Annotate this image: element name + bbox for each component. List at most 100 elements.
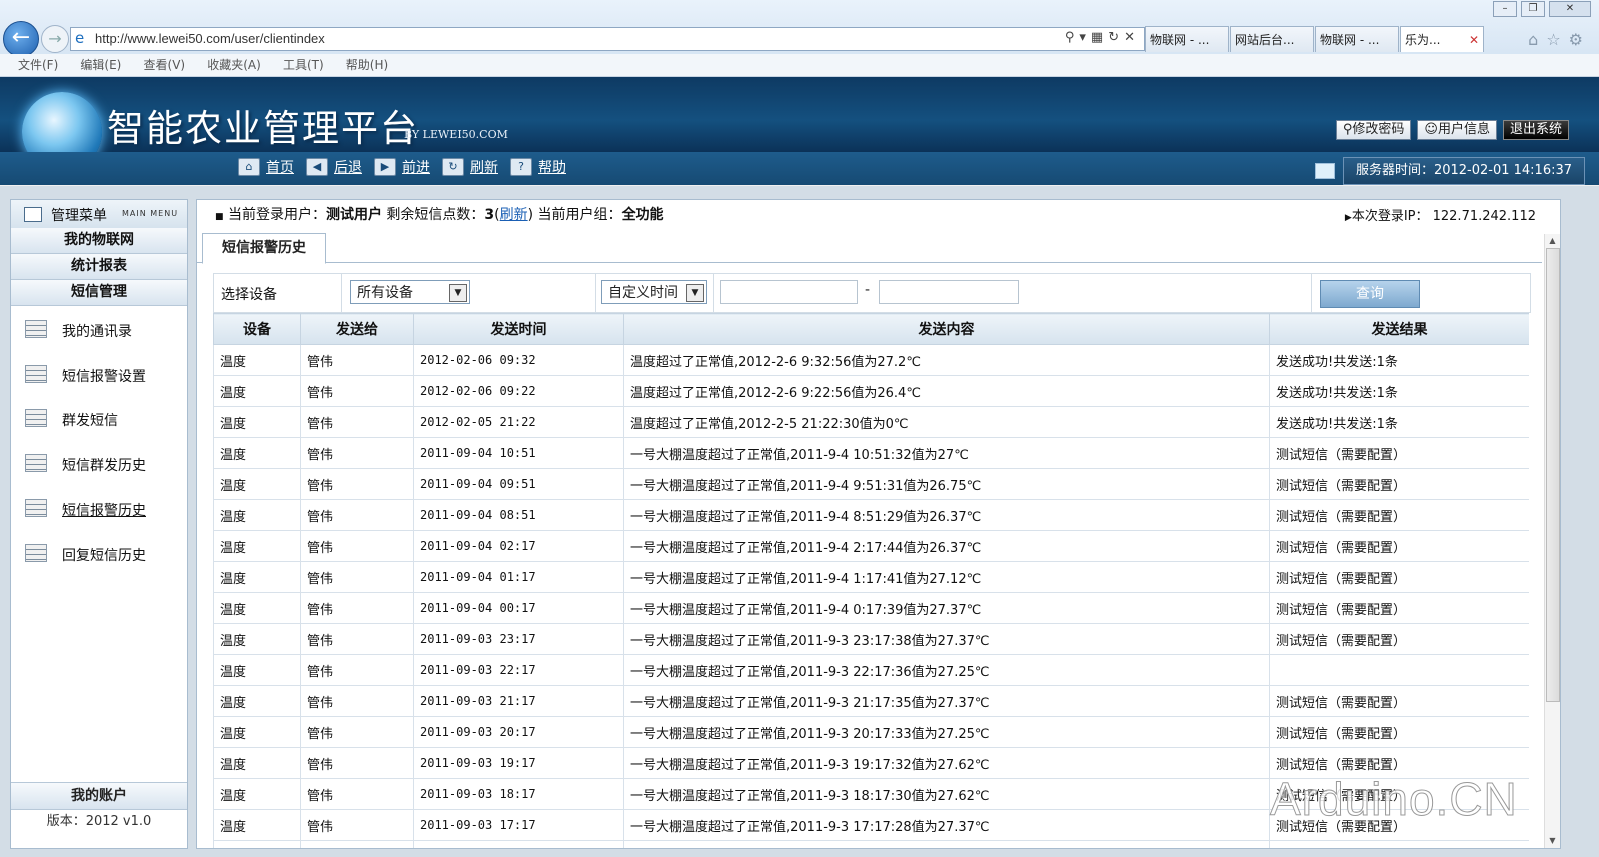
table-cell: 测试短信（需要配置） [1269,623,1529,655]
table-cell: 一号大棚温度超过了正常值,2011-9-4 0:17:39值为27.37℃ [623,592,1270,624]
browser-tab[interactable]: 物联网 - ... [1315,26,1399,52]
menu-edit[interactable]: 编辑(E) [80,54,121,76]
table-cell: 2011-09-03 16:17 [413,840,624,848]
sidebar-item-mass-sms-history[interactable]: 短信群发历史 [11,448,187,478]
nav-back-link[interactable]: 后退 [334,157,362,177]
end-time-input[interactable] [879,280,1019,304]
sidebar-group-account[interactable]: 我的账户 [11,782,187,810]
browser-tab-active[interactable]: 乐为... ✕ [1400,26,1484,52]
col-send-to[interactable]: 发送给 [300,313,414,345]
table-cell: 温度 [213,530,301,562]
window-controls: – ❐ ✕ [1493,1,1591,17]
sidebar-group-reports[interactable]: 统计报表 [11,254,187,280]
minimize-icon[interactable]: – [1493,1,1517,17]
device-select[interactable]: 所有设备 ▼ [350,280,470,304]
user-info-button[interactable]: ☺用户信息 [1417,120,1497,140]
table-row: 温度 管伟 2011-09-04 09:51 一号大棚温度超过了正常值,2011-9-… [213,468,1529,500]
vertical-scrollbar[interactable]: ▲ ▼ [1544,234,1560,848]
nav-forward-link[interactable]: 前进 [402,157,430,177]
back-arrow-icon[interactable]: ← [3,21,39,57]
table-cell [1269,654,1529,686]
table-cell: 管伟 [300,716,414,748]
table-cell: 2011-09-04 00:17 [413,592,624,624]
scroll-down-icon[interactable]: ▼ [1545,834,1560,848]
table-cell: 测试短信（需要配置） [1269,561,1529,593]
sidebar-item-reply-sms-history[interactable]: 回复短信历史 [11,538,187,568]
tab-label: 乐为... [1405,33,1441,47]
scroll-thumb[interactable] [1546,248,1560,702]
table-cell: 管伟 [300,375,414,407]
chevron-down-icon: ▼ [449,284,467,302]
start-time-input[interactable] [720,280,858,304]
nav-help-link[interactable]: 帮助 [538,157,566,177]
change-password-button[interactable]: ⚲修改密码 [1335,120,1412,140]
table-cell: 2011-09-04 08:51 [413,499,624,531]
menu-tools[interactable]: 工具(T) [283,54,324,76]
tab-close-icon[interactable]: ✕ [1469,27,1479,52]
menu-file[interactable]: 文件(F) [18,54,58,76]
refresh-icon: ↻ [442,158,464,176]
forward-arrow-icon[interactable]: → [41,25,69,53]
sidebar-item-sms-alarm-history[interactable]: 短信报警历史 [11,493,187,523]
col-device[interactable]: 设备 [213,313,301,345]
table-cell: 测试短信（需要配置） [1269,716,1529,748]
nav-refresh-link[interactable]: 刷新 [470,157,498,177]
gear-icon[interactable]: ⚙ [1569,30,1591,49]
browser-tab[interactable]: 网站后台... [1230,26,1314,52]
menu-favorites[interactable]: 收藏夹(A) [207,54,261,76]
logout-button[interactable]: 退出系统 [1502,120,1569,140]
time-select-value: 自定义时间 [608,285,678,301]
tab-sms-alarm-history[interactable]: 短信报警历史 [202,233,326,264]
table-cell: 温度 [213,437,301,469]
table-cell: 2011-09-03 22:17 [413,654,624,686]
chevron-down-icon: ▼ [686,284,704,302]
table-cell: 2012-02-06 09:22 [413,375,624,407]
sidebar-title-en: MAIN MENU [122,209,179,218]
user-info-label: 用户信息 [1437,122,1490,137]
table-cell: 温度 [213,716,301,748]
address-bar[interactable]: e http://www.lewei50.com/user/clientinde… [70,27,1145,51]
sidebar-item-sms-alarm-settings[interactable]: 短信报警设置 [11,359,187,389]
query-button[interactable]: 查询 [1320,280,1420,308]
time-select[interactable]: 自定义时间 ▼ [601,280,707,304]
address-tools[interactable]: ⚲▾▦↻✕ [1065,30,1140,45]
scroll-up-icon[interactable]: ▲ [1545,234,1560,248]
table-cell: 温度 [213,840,301,848]
login-ip-label: 本次登录IP： 122.71.242.112 [1351,209,1536,224]
menu-view[interactable]: 查看(V) [144,54,186,76]
browser-tab[interactable]: 物联网 - ... [1145,26,1229,52]
table-row: 温度 管伟 2011-09-03 21:17 一号大棚温度超过了正常值,2011-9-… [213,685,1529,717]
device-label: 选择设备 [221,287,277,303]
watermark: Arduino.CN [1270,773,1518,826]
refresh-link[interactable]: 刷新 [500,207,528,223]
table-row: 温度 管伟 2011-09-04 01:17 一号大棚温度超过了正常值,2011-9-… [213,561,1529,593]
restore-icon[interactable]: ❐ [1521,1,1545,17]
table-row: 温度 管伟 2011-09-03 22:17 一号大棚温度超过了正常值,2011-9-… [213,654,1529,686]
table-cell: 温度超过了正常值,2012-2-6 9:32:56值为27.2℃ [623,344,1270,376]
star-icon[interactable]: ☆ [1546,30,1568,49]
table-row: 温度管伟2011-09-03 16:17一号大棚温度超过了正常值,2011-9-… [213,840,1529,848]
close-window-icon[interactable]: ✕ [1549,1,1591,17]
table-cell: 2011-09-03 23:17 [413,623,624,655]
col-send-time[interactable]: 发送时间 [413,313,624,345]
table-cell: 一号大棚温度超过了正常值,2011-9-3 23:17:38值为27.37℃ [623,623,1270,655]
app-subtitle: BY LEWEI50.COM [404,128,508,141]
col-result[interactable]: 发送结果 [1269,313,1529,345]
server-time: 服务器时间：2012-02-01 14:16:37 [1343,157,1585,185]
forward-icon: ▶ [374,158,396,176]
menu-help[interactable]: 帮助(H) [346,54,388,76]
col-content[interactable]: 发送内容 [623,313,1270,345]
address-url: http://www.lewei50.com/user/clientindex [95,31,325,46]
table-header-row: 设备 发送给 发送时间 发送内容 发送结果 [213,313,1529,345]
home-icon[interactable]: ⌂ [1528,30,1546,49]
sidebar-group-iot[interactable]: 我的物联网 [11,228,187,254]
sidebar-item-mass-sms[interactable]: 群发短信 [11,403,187,433]
table-cell: 管伟 [300,530,414,562]
nav-items: ⌂ 首页 ◀ 后退 ▶ 前进 ↻ 刷新 ? 帮助 [232,157,572,177]
nav-home-link[interactable]: 首页 [266,157,294,177]
sidebar-group-sms[interactable]: 短信管理 [11,280,187,306]
table-cell: 温度 [213,375,301,407]
divider [713,274,714,312]
sidebar-item-contacts[interactable]: 我的通讯录 [11,314,187,344]
table-cell: 2011-09-04 10:51 [413,437,624,469]
